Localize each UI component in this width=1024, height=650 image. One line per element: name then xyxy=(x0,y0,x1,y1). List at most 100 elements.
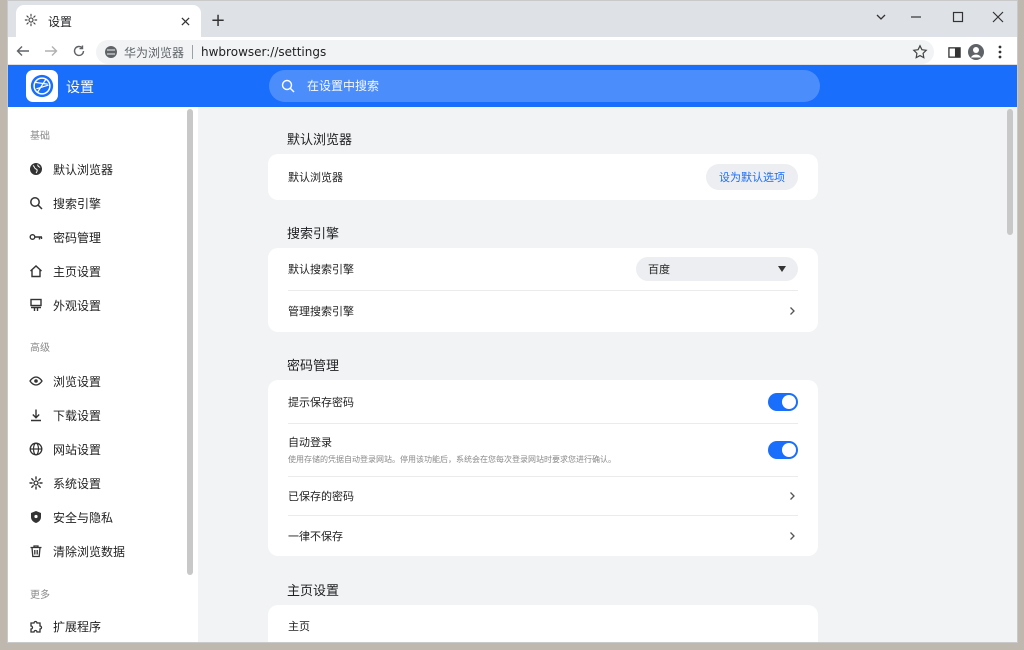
sidebar-item-extensions[interactable]: 扩展程序 xyxy=(8,609,198,642)
search-engine-select[interactable]: 百度 xyxy=(636,257,798,281)
search-engine-card: 默认搜索引擎 百度 管理搜索引擎 xyxy=(268,248,818,332)
back-arrow-icon xyxy=(16,45,29,56)
toggle-knob xyxy=(782,442,796,457)
sidebar-item-label: 外观设置 xyxy=(53,298,102,313)
sidebar-item-downloads[interactable]: 下载设置 xyxy=(8,398,198,432)
menu-more-icon[interactable] xyxy=(988,40,1012,64)
saved-passwords-row[interactable]: 已保存的密码 xyxy=(268,476,818,515)
sidebar-item-search-engine[interactable]: 搜索引擎 xyxy=(8,186,198,220)
section-title-search-engine: 搜索引擎 xyxy=(287,227,340,242)
address-toolbar: 华为浏览器 hwbrowser://settings xyxy=(8,37,1017,65)
chevron-right-icon xyxy=(790,491,795,500)
default-search-engine-row: 默认搜索引擎 百度 xyxy=(268,248,818,290)
homepage-card: 主页 xyxy=(268,605,818,642)
sidebar-item-label: 主页设置 xyxy=(53,264,102,279)
set-default-button[interactable]: 设为默认选项 xyxy=(706,164,798,190)
toggle-knob xyxy=(782,394,796,409)
close-window-icon[interactable] xyxy=(978,1,1017,33)
separator xyxy=(192,45,194,59)
appearance-icon xyxy=(29,298,43,312)
default-browser-row: 默认浏览器 设为默认选项 xyxy=(268,154,818,200)
offer-save-passwords-toggle[interactable] xyxy=(768,392,798,411)
sidebar-item-browsing[interactable]: 浏览设置 xyxy=(8,364,198,398)
eye-icon xyxy=(29,374,43,388)
gear-icon xyxy=(24,13,40,29)
manage-search-engines-row[interactable]: 管理搜索引擎 xyxy=(268,290,818,332)
default-browser-label: 默认浏览器 xyxy=(288,171,343,184)
profile-avatar-icon[interactable] xyxy=(964,40,988,64)
offer-save-passwords-row: 提示保存密码 xyxy=(268,380,818,423)
back-button[interactable] xyxy=(10,39,36,63)
settings-main: 默认浏览器 默认浏览器 设为默认选项 搜索引擎 默认搜索引擎 百度 管理搜索引擎… xyxy=(198,107,1017,642)
sidebar-item-label: 安全与隐私 xyxy=(53,510,114,525)
download-icon xyxy=(29,408,43,422)
never-saved-row[interactable]: 一律不保存 xyxy=(268,515,818,556)
site-info-icon[interactable] xyxy=(104,45,118,59)
home-icon xyxy=(29,264,43,278)
side-panel-icon[interactable] xyxy=(942,40,966,64)
page-title: 设置 xyxy=(66,80,94,96)
forward-arrow-icon xyxy=(45,45,58,56)
new-tab-button[interactable]: + xyxy=(206,9,230,31)
sidebar-section-advanced: 高级 xyxy=(30,343,50,354)
settings-sidebar: 基础 默认浏览器 搜索引擎 密码管理 主页设置 外观设置 高级 浏览设置 下载设… xyxy=(8,107,198,642)
homepage-label: 主页 xyxy=(288,620,310,633)
chevron-right-icon xyxy=(790,307,795,315)
section-title-default-browser: 默认浏览器 xyxy=(287,133,353,148)
tab-search-chevron-icon[interactable] xyxy=(861,1,901,33)
tab-settings[interactable]: 设置 xyxy=(16,5,201,37)
main-scrollbar[interactable] xyxy=(1007,109,1013,235)
sidebar-item-label: 密码管理 xyxy=(53,230,102,245)
offer-save-passwords-label: 提示保存密码 xyxy=(288,395,354,409)
sidebar-item-system[interactable]: 系统设置 xyxy=(8,466,198,500)
puzzle-icon xyxy=(29,619,43,633)
search-icon xyxy=(29,196,43,210)
sidebar-item-passwords[interactable]: 密码管理 xyxy=(8,220,198,254)
url-path: settings xyxy=(278,45,327,59)
dropdown-arrow-icon xyxy=(778,266,786,272)
url-scheme: hwbrowser:// xyxy=(201,45,279,59)
sidebar-item-clear-data[interactable]: 清除浏览数据 xyxy=(8,534,198,568)
sidebar-item-site-settings[interactable]: 网站设置 xyxy=(8,432,198,466)
sidebar-item-label: 系统设置 xyxy=(53,476,102,491)
reload-button[interactable] xyxy=(66,39,92,63)
tab-strip: 设置 + xyxy=(8,1,1017,37)
settings-search[interactable] xyxy=(269,70,820,102)
key-icon xyxy=(29,230,43,244)
sidebar-item-label: 网站设置 xyxy=(53,442,102,457)
bookmark-star-icon[interactable] xyxy=(912,44,928,60)
sidebar-item-homepage[interactable]: 主页设置 xyxy=(8,254,198,288)
reload-icon xyxy=(73,45,85,56)
maximize-icon[interactable] xyxy=(938,1,978,33)
sidebar-item-label: 下载设置 xyxy=(53,408,102,423)
sidebar-item-label: 默认浏览器 xyxy=(53,162,114,177)
auto-signin-description: 使用存储的凭据自动登录网站。停用该功能后，系统会在您每次登录网站时要求您进行确认… xyxy=(288,455,616,464)
sidebar-item-label: 清除浏览数据 xyxy=(53,544,126,559)
site-name: 华为浏览器 xyxy=(124,45,185,60)
gear-icon xyxy=(29,476,43,490)
close-tab-icon[interactable] xyxy=(177,13,193,29)
sidebar-item-label: 扩展程序 xyxy=(53,619,102,634)
forward-button[interactable] xyxy=(38,39,64,63)
sidebar-scrollbar[interactable] xyxy=(187,109,193,575)
sidebar-section-more: 更多 xyxy=(30,590,50,601)
sidebar-item-appearance[interactable]: 外观设置 xyxy=(8,288,198,322)
saved-passwords-label: 已保存的密码 xyxy=(288,489,354,503)
homepage-row: 主页 xyxy=(268,605,818,642)
search-input[interactable] xyxy=(307,79,787,93)
chevron-right-icon xyxy=(790,531,795,540)
auto-signin-toggle[interactable] xyxy=(768,440,798,459)
trash-icon xyxy=(29,544,43,558)
sidebar-item-default-browser[interactable]: 默认浏览器 xyxy=(8,152,198,186)
website-globe-icon xyxy=(29,442,43,456)
browser-window: 设置 + 华为浏览器 hwbrowser://settings 设置 在设置中搜… xyxy=(7,0,1018,643)
sidebar-item-security-privacy[interactable]: 安全与隐私 xyxy=(8,500,198,534)
minimize-icon[interactable] xyxy=(896,1,936,33)
section-title-homepage: 主页设置 xyxy=(287,584,340,599)
default-search-engine-label: 默认搜索引擎 xyxy=(288,263,354,276)
address-bar[interactable]: 华为浏览器 hwbrowser://settings xyxy=(96,40,934,64)
globe-icon xyxy=(29,162,43,176)
url-text[interactable]: hwbrowser://settings xyxy=(201,45,326,59)
auto-signin-label: 自动登录 xyxy=(288,436,332,449)
default-browser-card: 默认浏览器 设为默认选项 xyxy=(268,154,818,200)
